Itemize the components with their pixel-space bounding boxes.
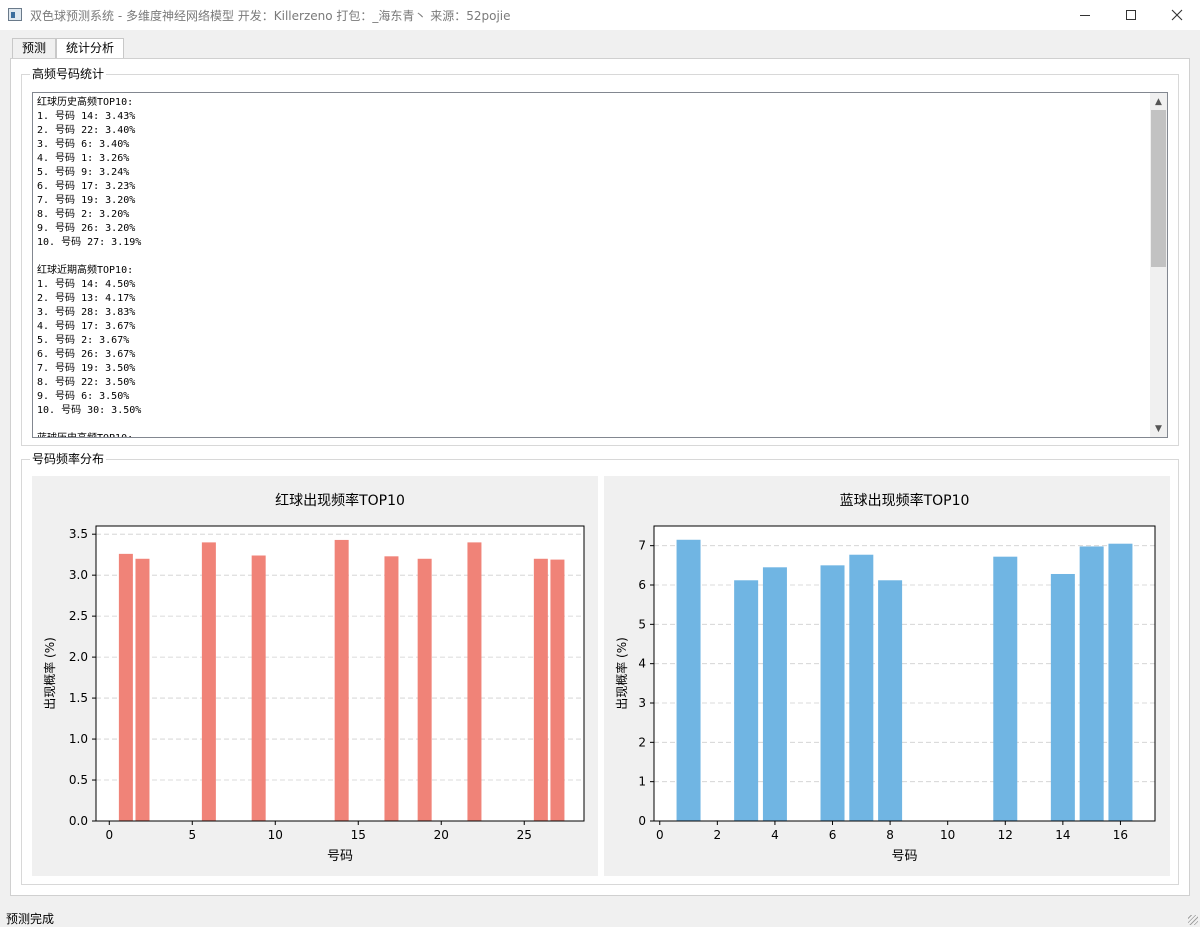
x-tick-label: 16	[1113, 828, 1128, 842]
frequency-distribution-title: 号码频率分布	[30, 451, 107, 467]
frequency-stats-title: 高频号码统计	[30, 66, 107, 82]
y-tick-label: 1.0	[69, 732, 88, 746]
tab-bar: 预测 统计分析	[12, 38, 125, 59]
x-tick-label: 8	[886, 828, 894, 842]
y-tick-label: 2	[638, 735, 646, 749]
bar	[384, 556, 399, 821]
bar	[467, 542, 482, 821]
bar	[820, 565, 845, 821]
y-axis-label: 出现概率 (%)	[614, 637, 629, 710]
x-tick-label: 20	[434, 828, 449, 842]
y-tick-label: 1	[638, 775, 646, 789]
y-tick-label: 0.0	[69, 814, 88, 828]
bar	[135, 558, 150, 821]
frequency-text: 红球历史高频TOP10: 1. 号码 14: 3.43% 2. 号码 22: 3…	[37, 97, 142, 437]
blue-ball-frequency-chart: 012345670 2 4 6 8 10 12 14 16蓝球出现频率TOP10号码出现概率 (…	[614, 492, 1156, 864]
tab-statistics[interactable]: 统计分析	[56, 38, 125, 59]
x-axis-label: 号码	[891, 849, 917, 864]
vertical-scrollbar[interactable]: ▲ ▼	[1150, 93, 1167, 437]
x-tick-label: 14	[1055, 828, 1070, 842]
bar	[734, 580, 759, 821]
minimize-icon	[1080, 14, 1090, 16]
y-axis-label: 出现概率 (%)	[42, 637, 57, 710]
scrollbar-thumb[interactable]	[1151, 110, 1166, 267]
y-tick-label: 4	[638, 657, 646, 671]
y-tick-label: 1.5	[69, 691, 88, 705]
frequency-distribution-group: 号码频率分布 0.0 0.5 1.0 1.5 2.0 2.5 3.0 3.5 0 5 10 15 20 2…	[21, 451, 1179, 885]
x-tick-label: 25	[517, 828, 532, 842]
window-title: 双色球预测系统 - 多维度神经网络模型 开发：Killerzeno 打包：_海东…	[30, 9, 511, 23]
y-tick-label: 0.5	[69, 773, 88, 787]
bar	[251, 555, 266, 821]
bar	[550, 559, 565, 821]
y-tick-label: 7	[638, 539, 646, 553]
y-tick-label: 2.5	[69, 609, 88, 623]
bar	[878, 580, 903, 821]
status-bar: 预测完成	[0, 906, 1200, 927]
bar	[533, 558, 548, 821]
x-tick-label: 0	[105, 828, 113, 842]
x-tick-label: 6	[829, 828, 837, 842]
x-tick-label: 2	[714, 828, 722, 842]
bar	[334, 539, 349, 821]
x-tick-label: 0	[656, 828, 664, 842]
bar	[762, 567, 787, 821]
chart-title: 红球出现频率TOP10	[275, 492, 405, 509]
y-tick-label: 5	[638, 617, 646, 631]
scroll-up-arrow-icon[interactable]: ▲	[1150, 93, 1167, 110]
bar	[1108, 543, 1133, 821]
x-tick-label: 5	[188, 828, 196, 842]
size-grip-icon[interactable]	[1188, 915, 1198, 925]
close-icon	[1171, 9, 1183, 21]
bar	[1079, 546, 1104, 821]
tab-predict[interactable]: 预测	[12, 38, 57, 58]
x-axis-label: 号码	[327, 849, 353, 864]
maximize-button[interactable]	[1108, 0, 1154, 30]
bar	[118, 553, 133, 821]
frequency-text-area[interactable]: 红球历史高频TOP10: 1. 号码 14: 3.43% 2. 号码 22: 3…	[32, 92, 1168, 438]
y-tick-label: 3.0	[69, 568, 88, 582]
red-ball-chart-panel: 0.0 0.5 1.0 1.5 2.0 2.5 3.0 3.5 0 5 10 15 20 25 红球出现频率…	[32, 476, 598, 876]
bar	[417, 558, 432, 821]
chart-title: 蓝球出现频率TOP10	[840, 492, 970, 509]
x-tick-label: 10	[268, 828, 283, 842]
maximize-icon	[1126, 10, 1136, 20]
y-tick-label: 3.5	[69, 527, 88, 541]
app-icon	[8, 8, 22, 21]
bar	[201, 542, 216, 821]
x-tick-label: 4	[771, 828, 779, 842]
title-bar: 双色球预测系统 - 多维度神经网络模型 开发：Killerzeno 打包：_海东…	[0, 0, 1200, 30]
y-tick-label: 6	[638, 578, 646, 592]
bar	[676, 539, 701, 821]
blue-ball-chart-panel: 0 1 2 3 4 5 6 7 0 2 4 6 8 10 12 14 16 蓝球出现频率TOP10 号码 出现概率 (…	[604, 476, 1170, 876]
status-text: 预测完成	[6, 912, 55, 926]
x-tick-label: 15	[351, 828, 366, 842]
red-ball-frequency-chart: 0.0 0.5 1.0 1.5 2.0 2.5 3.0 3.5 0 5 10 15 20 25 红球出现频率…	[42, 492, 585, 864]
y-tick-label: 0	[638, 814, 646, 828]
close-button[interactable]	[1154, 0, 1200, 30]
y-tick-label: 2.0	[69, 650, 88, 664]
minimize-button[interactable]	[1062, 0, 1108, 30]
bar	[1050, 573, 1075, 821]
bar	[993, 556, 1018, 821]
scroll-down-arrow-icon[interactable]: ▼	[1150, 420, 1167, 437]
x-tick-label: 12	[998, 828, 1013, 842]
y-tick-label: 3	[638, 696, 646, 710]
frequency-stats-group: 高频号码统计 红球历史高频TOP10: 1. 号码 14: 3.43% 2. 号…	[21, 66, 1179, 446]
statistics-page: 高频号码统计 红球历史高频TOP10: 1. 号码 14: 3.43% 2. 号…	[10, 58, 1190, 896]
x-tick-label: 10	[940, 828, 955, 842]
bar	[849, 554, 874, 821]
